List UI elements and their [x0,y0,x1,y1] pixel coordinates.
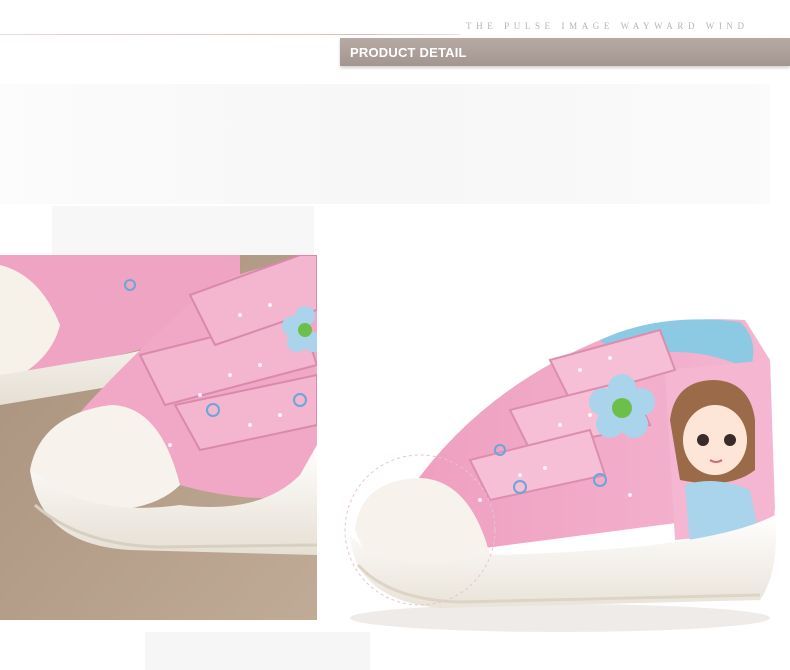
faded-background-block [52,206,314,256]
section-title: PRODUCT DETAIL [350,45,467,60]
tagline: THE PULSE IMAGE WAYWARD WIND [466,21,749,31]
shoe-closeup-photo [0,255,317,620]
product-shoe-photo [330,300,790,640]
top-divider-line [0,34,460,35]
section-header-bar: PRODUCT DETAIL [340,38,790,66]
faded-background-band [0,84,770,204]
